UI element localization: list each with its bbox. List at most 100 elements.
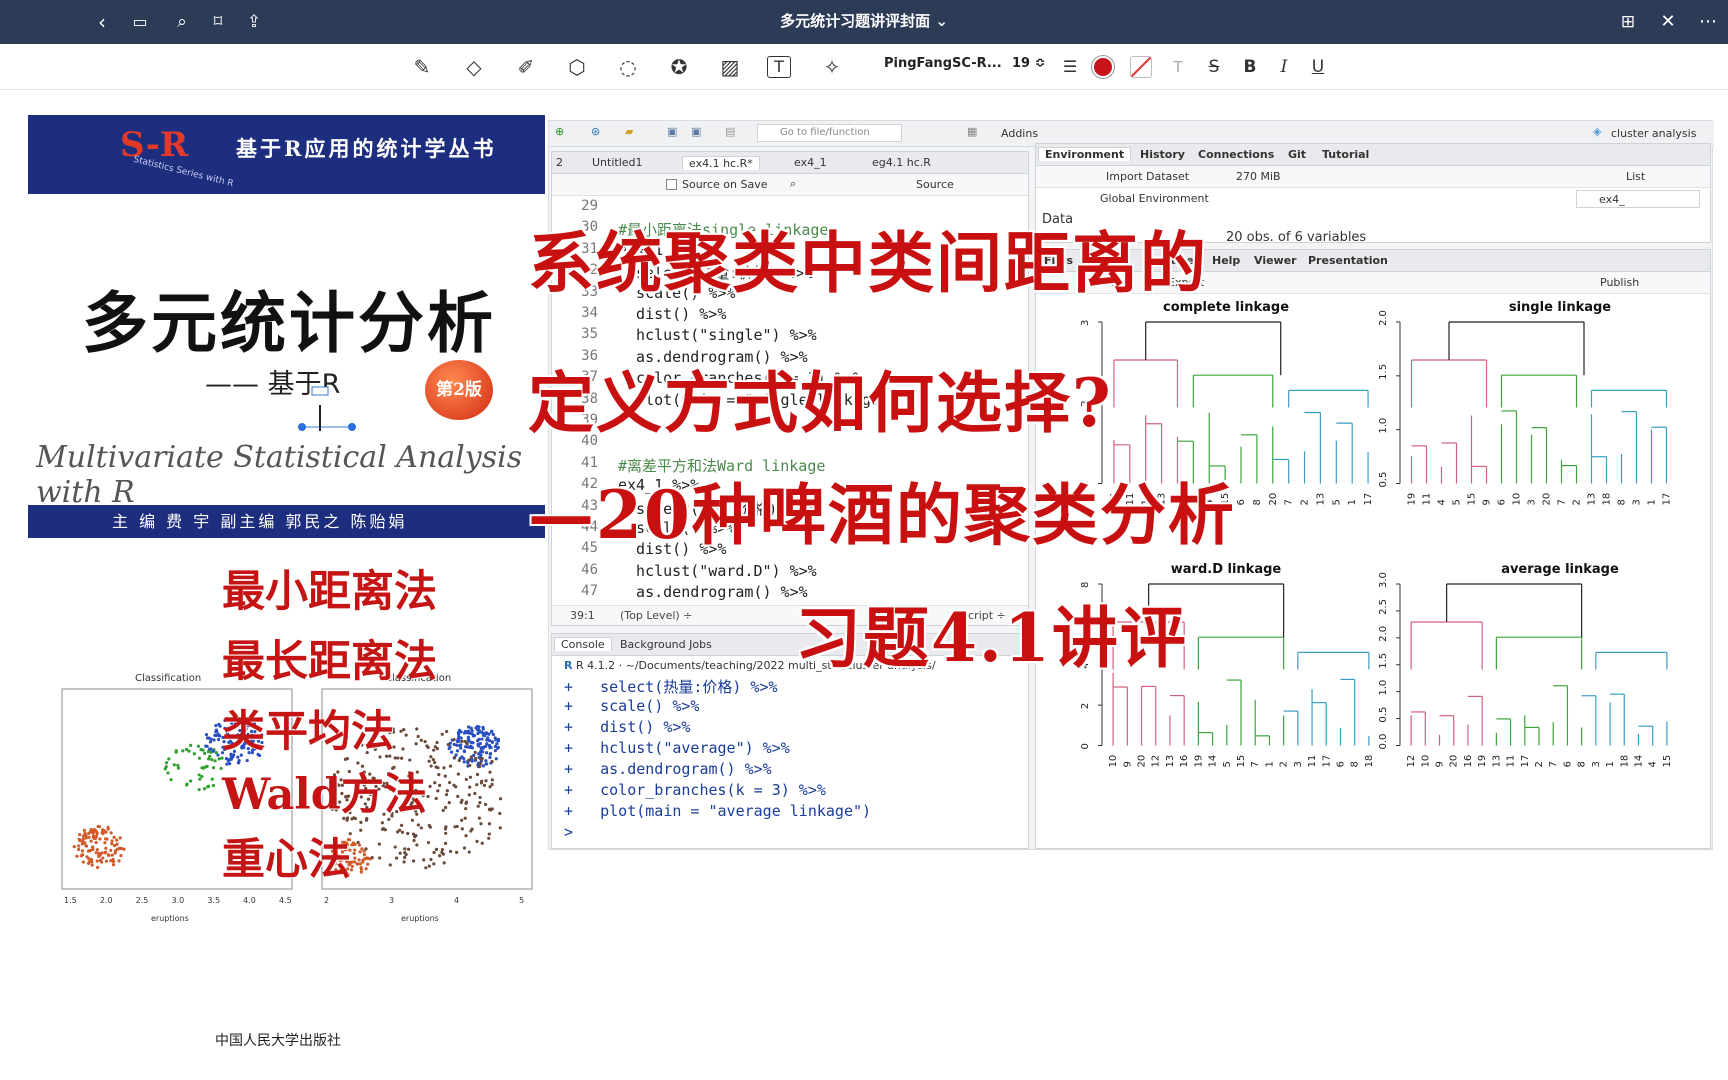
scatter-point <box>452 783 456 787</box>
scatter-point <box>394 856 399 860</box>
lasso-icon[interactable]: ◌ <box>614 54 642 80</box>
italic-icon[interactable]: I <box>1270 54 1298 80</box>
x-tick-label: 1.5 <box>64 896 77 905</box>
scatter-point <box>212 738 216 742</box>
env-search-input[interactable]: ex4_ <box>1576 190 1700 208</box>
tab-connections[interactable]: Connections <box>1198 148 1274 161</box>
console-line: + as.dendrogram() %>% <box>564 760 772 778</box>
scatter-point <box>457 739 461 744</box>
console-output[interactable]: + select(热量:价格) %>% + scale() %>% + dist()… <box>552 676 1028 848</box>
book-title: 多元统计分析 <box>82 285 496 362</box>
scatter-point <box>459 730 463 734</box>
editor-tab[interactable]: Untitled1 <box>592 156 643 169</box>
scatter-point <box>462 749 467 754</box>
scatter-point <box>445 729 449 734</box>
editor-tab[interactable]: 2 <box>556 156 563 169</box>
global-env-menu[interactable]: Global Environment <box>1100 192 1209 205</box>
text-box-icon[interactable]: T <box>1164 54 1192 80</box>
scatter-point <box>388 863 392 867</box>
scatter-point <box>118 836 122 840</box>
scatter-point <box>403 851 407 855</box>
scatter-point <box>110 839 114 843</box>
add-page-icon[interactable]: ⊞ <box>1614 8 1642 36</box>
publish-button[interactable]: Publish <box>1600 276 1639 289</box>
scatter-point <box>94 851 98 855</box>
scatter-point <box>463 745 468 749</box>
close-icon[interactable]: ✕ <box>1654 8 1682 36</box>
scatter-point <box>403 855 407 860</box>
leaf-label: 10 <box>1108 755 1119 768</box>
scatter-point <box>463 816 467 820</box>
scatter-point <box>106 825 110 829</box>
print-icon[interactable]: ▤ <box>725 125 735 138</box>
scatter-point <box>89 839 93 843</box>
tab-console[interactable]: Console <box>554 637 612 651</box>
leaf-label: 17 <box>1662 493 1673 506</box>
font-size-field[interactable]: 19 ≎ <box>1012 56 1046 71</box>
search-icon[interactable]: ⌕ <box>790 177 796 191</box>
scatter-point <box>462 731 466 735</box>
source-button[interactable]: Source <box>916 178 954 191</box>
bold-icon[interactable]: B <box>1236 54 1264 80</box>
new-file-icon[interactable]: ⊕ <box>555 125 564 138</box>
font-name-field[interactable]: PingFangSC-R... <box>884 56 1002 71</box>
scatter-point <box>442 861 446 865</box>
align-icon[interactable]: ☰ <box>1056 54 1084 80</box>
scatter-point <box>101 831 105 836</box>
save-icon[interactable]: ▣ <box>667 125 677 138</box>
scatter-point <box>370 856 374 860</box>
tab-environment[interactable]: Environment <box>1038 147 1132 161</box>
open-project-icon[interactable]: ⊛ <box>591 125 600 138</box>
editor-tab[interactable]: eg4.1 hc.R <box>872 156 931 169</box>
editor-tab-active[interactable]: ex4.1 hc.R* <box>682 156 760 170</box>
grid-icon[interactable]: ▦ <box>967 125 977 138</box>
selection-handle-icon[interactable] <box>296 385 358 445</box>
pen-icon[interactable]: ✎ <box>408 54 436 80</box>
scatter-point <box>393 845 397 849</box>
scatter-point <box>95 848 99 852</box>
tab-history[interactable]: History <box>1140 148 1185 161</box>
text-color-swatch[interactable] <box>1092 56 1114 78</box>
tab-help[interactable]: Help <box>1212 254 1240 267</box>
shapes-icon[interactable]: ⬡ <box>563 54 591 80</box>
more-icon[interactable]: ⋯ <box>1694 8 1722 36</box>
scatter-point <box>419 738 423 742</box>
highlighter-icon[interactable]: ✐ <box>512 54 540 80</box>
editor-tab[interactable]: ex4_1 <box>794 156 827 169</box>
leaf-label: 20 <box>1137 755 1148 768</box>
scatter-point <box>359 867 363 871</box>
laser-icon[interactable]: ✧ <box>818 54 846 80</box>
leaf-label: 11 <box>1307 755 1318 768</box>
scatter-point <box>416 823 420 827</box>
document-title[interactable]: 多元统计习题讲评封面 ⌄ <box>0 10 1728 31</box>
scatter-point <box>422 858 426 862</box>
list-view-menu[interactable]: List <box>1626 170 1645 183</box>
eraser-icon[interactable]: ◇ <box>460 54 488 80</box>
sticker-icon[interactable]: ✪ <box>665 54 693 80</box>
env-data-row[interactable]: 20 obs. of 6 variables <box>1226 230 1366 245</box>
scatter-point <box>496 739 500 743</box>
project-menu[interactable]: cluster analysis <box>1611 127 1696 140</box>
scatter-point <box>113 851 117 855</box>
goto-file-input[interactable]: Go to file/function <box>757 124 902 142</box>
scope-selector[interactable]: (Top Level) ÷ <box>620 609 692 622</box>
scatter-point <box>181 749 185 753</box>
save-checkbox[interactable] <box>666 179 677 190</box>
tab-viewer[interactable]: Viewer <box>1254 254 1297 267</box>
scatter-point <box>432 748 436 752</box>
image-icon[interactable]: ▨ <box>716 54 744 80</box>
tab-presentation[interactable]: Presentation <box>1308 254 1388 267</box>
strikethrough-icon[interactable]: S <box>1200 54 1228 80</box>
addins-menu[interactable]: Addins <box>1001 127 1038 140</box>
underline-icon[interactable]: U <box>1304 54 1332 80</box>
tab-background-jobs[interactable]: Background Jobs <box>620 638 712 651</box>
scatter-point <box>476 804 480 808</box>
y-tick-label: 3 <box>1080 320 1091 326</box>
import-dataset-button[interactable]: Import Dataset <box>1106 170 1189 183</box>
fill-color-swatch[interactable] <box>1130 56 1152 78</box>
open-file-icon[interactable]: ▰ <box>625 125 633 138</box>
text-tool-icon[interactable]: T <box>767 56 791 78</box>
save-all-icon[interactable]: ▣ <box>691 125 701 138</box>
tab-git[interactable]: Git <box>1288 148 1306 161</box>
tab-tutorial[interactable]: Tutorial <box>1322 148 1369 161</box>
